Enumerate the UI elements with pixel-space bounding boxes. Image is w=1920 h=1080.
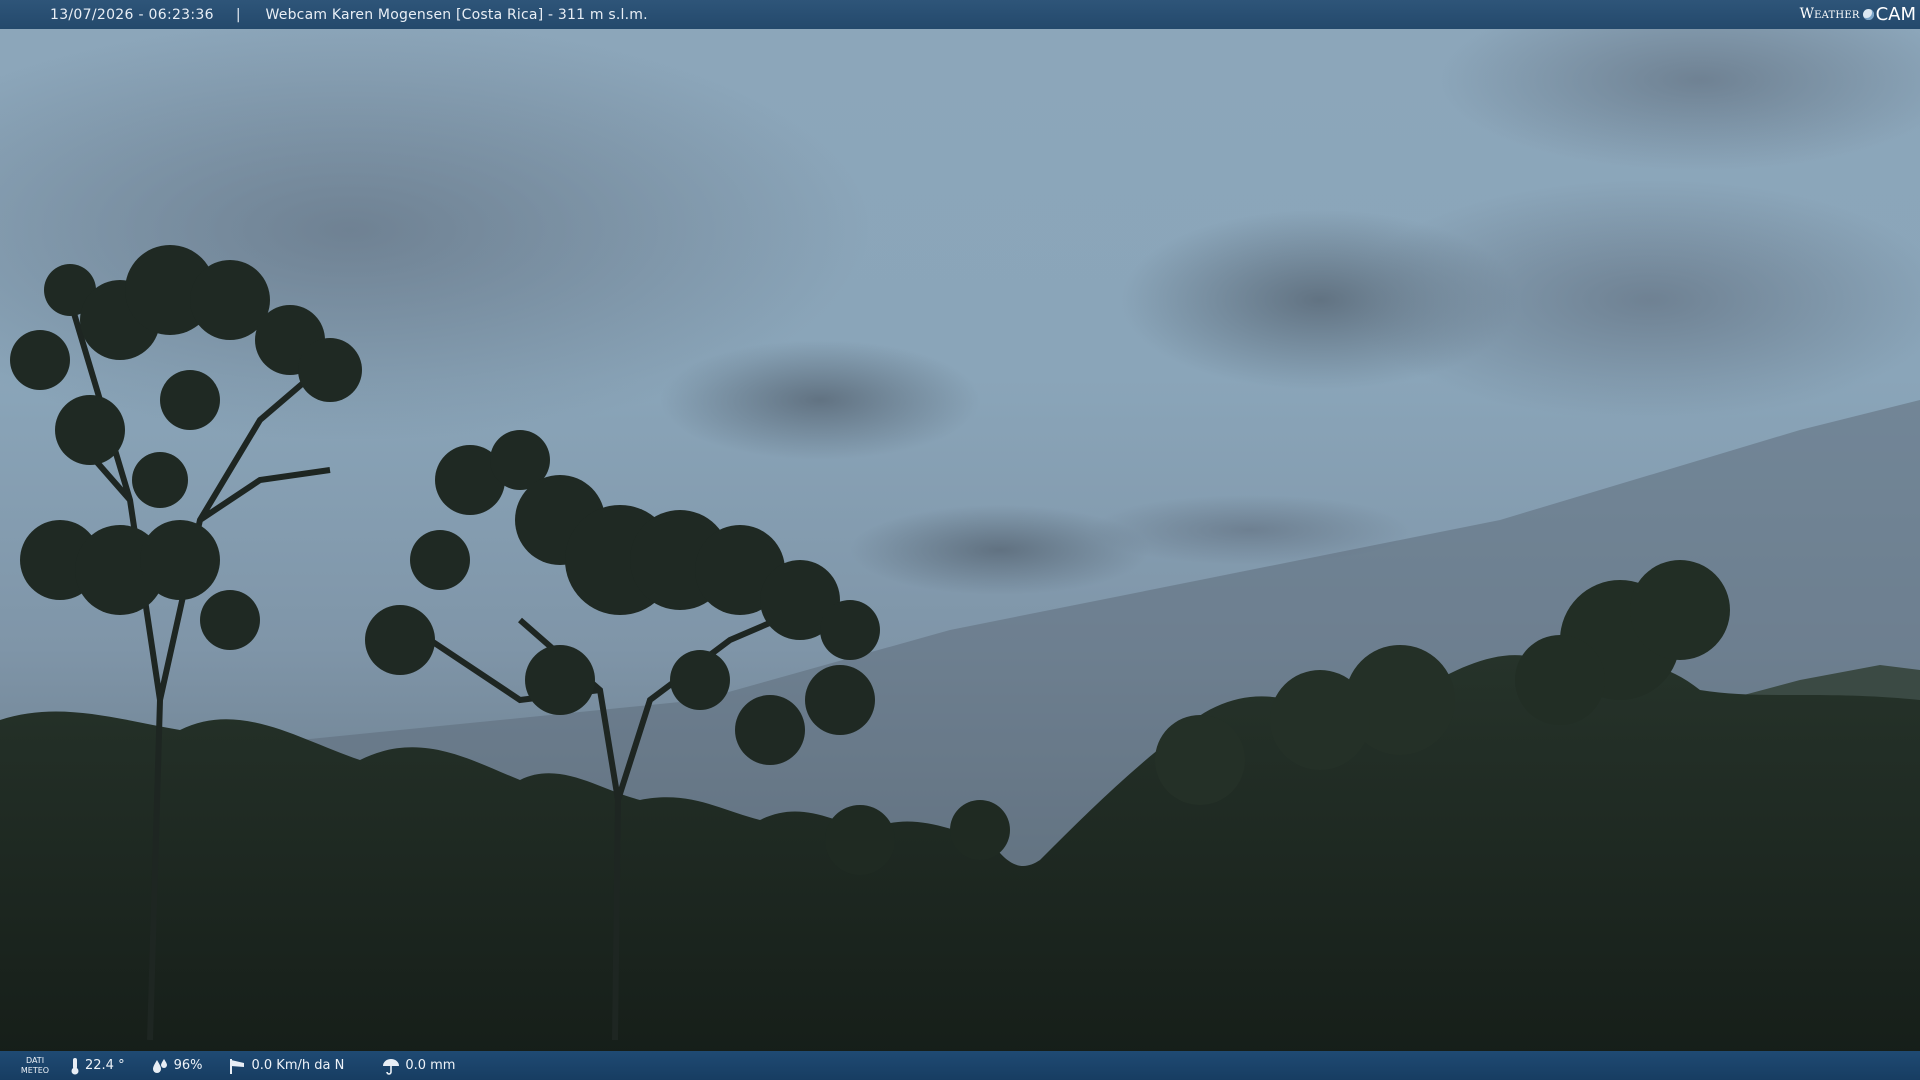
globe-icon xyxy=(1862,8,1874,20)
logo-text-cam: CAM xyxy=(1875,3,1916,25)
temperature-value: 22.4 ° xyxy=(85,1058,125,1073)
webcam-title: Webcam Karen Mogensen [Costa Rica] - 311… xyxy=(265,6,648,23)
wind-readout: 0.0 Km/h da N xyxy=(228,1057,344,1075)
dati-label: DATI xyxy=(25,1055,45,1065)
webcam-view: 13/07/2026 - 06:23:36 | Webcam Karen Mog… xyxy=(0,0,1920,1080)
logo-text-weather: Weather xyxy=(1799,6,1860,22)
thermometer-icon xyxy=(71,1057,79,1074)
rain-value: 0.0 mm xyxy=(405,1058,456,1073)
umbrella-icon xyxy=(383,1058,400,1075)
humidity-value: 96% xyxy=(173,1058,203,1073)
windsock-icon xyxy=(230,1058,245,1074)
top-info-bar: 13/07/2026 - 06:23:36 | Webcam Karen Mog… xyxy=(0,0,1920,29)
temperature-readout: 22.4 ° xyxy=(70,1057,125,1075)
wind-value: 0.0 Km/h da N xyxy=(251,1058,345,1073)
meteo-label: METEO xyxy=(20,1065,50,1075)
droplets-icon xyxy=(152,1058,167,1073)
timestamp: 13/07/2026 - 06:23:36 xyxy=(50,6,214,23)
dati-meteo-label: DATI METEO xyxy=(0,1056,70,1076)
separator: | xyxy=(235,6,241,23)
weather-data-bar: DATI METEO 22.4 ° 96% 0.0 Km/h da N 0.0 … xyxy=(0,1051,1920,1080)
humidity-readout: 96% xyxy=(151,1058,203,1074)
rain-readout: 0.0 mm xyxy=(382,1057,455,1075)
webcam-image xyxy=(0,0,1920,1080)
weathercam-logo: Weather CAM xyxy=(1800,3,1916,25)
